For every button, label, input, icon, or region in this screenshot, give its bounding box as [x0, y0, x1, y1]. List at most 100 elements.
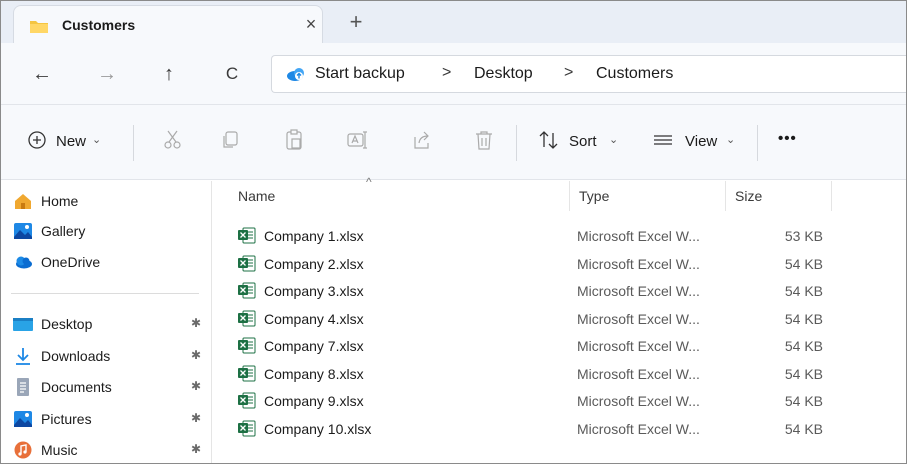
new-label: New: [56, 133, 87, 150]
sidebar-item-documents[interactable]: Documents ✱: [1, 374, 212, 402]
close-tab-icon[interactable]: ×: [299, 12, 323, 36]
file-row[interactable]: Company 10.xlsx Microsoft Excel W... 54 KB: [213, 415, 906, 443]
excel-file-icon: [238, 365, 256, 381]
file-type: Microsoft Excel W...: [577, 310, 700, 327]
share-icon[interactable]: [411, 129, 433, 151]
sidebar-item-label: OneDrive: [41, 254, 101, 270]
chevron-down-icon: ⌄: [726, 134, 736, 146]
navigation-bar: ← → ↑ C Start backup > Desktop > Custome…: [1, 43, 906, 105]
column-divider[interactable]: [725, 181, 726, 211]
sidebar-item-label: Music: [41, 442, 78, 458]
forward-button[interactable]: →: [94, 61, 120, 87]
sidebar-item-music[interactable]: Music ✱: [1, 437, 212, 463]
file-size: 54 KB: [784, 283, 823, 299]
copy-icon[interactable]: [219, 129, 241, 151]
excel-file-icon: [238, 255, 256, 271]
breadcrumb-customers[interactable]: Customers: [596, 65, 673, 83]
download-icon: [16, 348, 30, 365]
new-button[interactable]: New ⌄: [26, 129, 136, 157]
sidebar-item-pictures[interactable]: Pictures ✱: [1, 406, 212, 434]
column-header-type[interactable]: Type: [579, 188, 609, 204]
file-type: Microsoft Excel W...: [577, 420, 700, 437]
file-row[interactable]: Company 9.xlsx Microsoft Excel W... 54 KB: [213, 387, 906, 415]
file-name: Company 2.xlsx: [264, 255, 364, 272]
documents-icon: [17, 378, 29, 396]
breadcrumb-start-backup[interactable]: Start backup: [315, 65, 405, 83]
file-row[interactable]: Company 1.xlsx Microsoft Excel W... 53 KB: [213, 222, 906, 250]
file-name: Company 8.xlsx: [264, 365, 364, 382]
file-row[interactable]: Company 2.xlsx Microsoft Excel W... 54 KB: [213, 250, 906, 278]
file-size: 54 KB: [784, 393, 823, 409]
sidebar-item-downloads[interactable]: Downloads ✱: [1, 343, 212, 371]
column-header-size[interactable]: Size: [735, 188, 762, 204]
excel-file-icon: [238, 282, 256, 299]
command-bar: New ⌄ Sort ⌄ View ⌄ •••: [1, 105, 906, 180]
file-row[interactable]: Company 7.xlsx Microsoft Excel W... 54 KB: [213, 332, 906, 360]
pin-icon[interactable]: ✱: [191, 348, 201, 362]
cut-icon[interactable]: [162, 129, 184, 151]
breadcrumb-separator[interactable]: >: [442, 64, 451, 82]
file-type: Microsoft Excel W...: [577, 393, 700, 409]
divider: [757, 125, 758, 161]
excel-file-icon: [238, 337, 256, 354]
file-size: 54 KB: [784, 420, 823, 437]
sidebar-item-gallery[interactable]: Gallery: [1, 218, 212, 246]
tab-customers[interactable]: Customers ×: [13, 5, 323, 43]
file-name: Company 7.xlsx: [264, 338, 364, 354]
sidebar-item-home[interactable]: Home: [1, 188, 212, 216]
file-type: Microsoft Excel W...: [577, 228, 700, 244]
divider: [516, 125, 517, 161]
divider: [133, 125, 134, 161]
pin-icon[interactable]: ✱: [191, 442, 201, 456]
pin-icon[interactable]: ✱: [191, 411, 201, 425]
new-tab-button[interactable]: +: [344, 11, 368, 35]
view-button[interactable]: View ⌄: [652, 129, 742, 157]
file-name: Company 3.xlsx: [264, 283, 364, 299]
sidebar-item-label: Home: [41, 193, 79, 209]
breadcrumb-desktop[interactable]: Desktop: [474, 65, 533, 83]
excel-file-icon: [238, 392, 256, 409]
file-name: Company 9.xlsx: [264, 393, 364, 409]
plus-circle-icon: [28, 131, 46, 149]
file-row[interactable]: Company 4.xlsx Microsoft Excel W... 54 KB: [213, 305, 906, 333]
file-explorer-window: Customers × + ← → ↑ C Start backup > Des…: [0, 0, 907, 464]
home-icon: [15, 194, 31, 209]
sidebar-item-label: Downloads: [41, 348, 111, 364]
sidebar-item-label: Gallery: [41, 223, 86, 239]
delete-icon[interactable]: [473, 129, 495, 151]
sidebar-item-desktop[interactable]: Desktop ✱: [1, 311, 212, 339]
file-list: ^ Name Type Size Company 1.xlsx Microsoft…: [213, 175, 906, 463]
file-type: Microsoft Excel W...: [577, 365, 700, 382]
sort-button[interactable]: Sort ⌄: [538, 129, 623, 157]
sidebar-divider: [11, 293, 199, 294]
file-row[interactable]: Company 3.xlsx Microsoft Excel W... 54 KB: [213, 277, 906, 305]
back-button[interactable]: ←: [29, 61, 55, 87]
pin-icon[interactable]: ✱: [191, 379, 201, 393]
desktop-icon: [13, 318, 33, 331]
up-button[interactable]: ↑: [156, 61, 182, 87]
refresh-button[interactable]: C: [219, 61, 245, 87]
column-header-name[interactable]: Name: [238, 188, 275, 204]
breadcrumb-separator[interactable]: >: [564, 64, 573, 82]
chevron-down-icon: ⌄: [92, 134, 102, 146]
file-row[interactable]: Company 8.xlsx Microsoft Excel W... 54 KB: [213, 360, 906, 388]
pin-icon[interactable]: ✱: [191, 316, 201, 330]
more-options-button[interactable]: •••: [778, 130, 797, 147]
onedrive-icon: [16, 256, 32, 269]
rename-icon[interactable]: [346, 129, 368, 151]
file-name: Company 10.xlsx: [264, 420, 372, 437]
file-size: 54 KB: [784, 338, 823, 354]
file-type: Microsoft Excel W...: [577, 283, 700, 299]
sidebar-item-onedrive[interactable]: OneDrive: [1, 249, 212, 277]
chevron-down-icon: ⌄: [609, 134, 619, 146]
view-label: View: [685, 133, 718, 150]
column-divider[interactable]: [831, 181, 832, 211]
sidebar-item-label: Desktop: [41, 316, 93, 332]
file-size: 54 KB: [784, 365, 823, 382]
address-bar[interactable]: Start backup > Desktop > Customers: [271, 55, 906, 93]
sort-ascending-icon: ^: [366, 175, 372, 189]
column-divider[interactable]: [569, 181, 570, 211]
folder-icon: [30, 21, 48, 33]
paste-icon[interactable]: [283, 129, 305, 151]
file-size: 54 KB: [784, 255, 823, 272]
